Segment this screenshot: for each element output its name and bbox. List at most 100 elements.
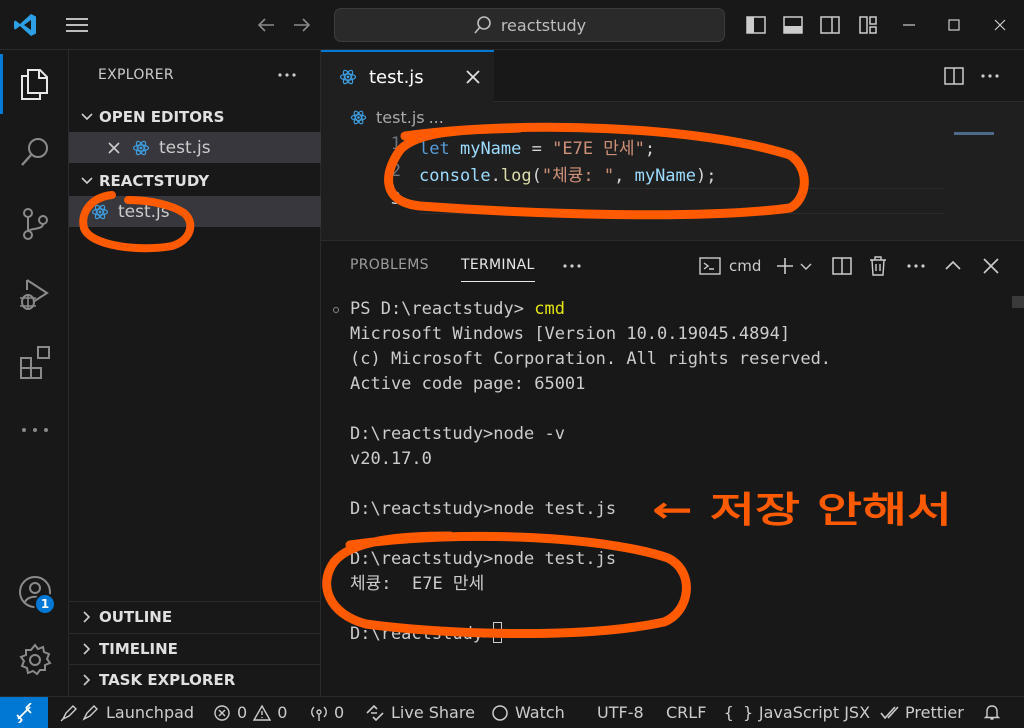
trash-icon[interactable] (866, 254, 890, 278)
close-panel-icon[interactable] (979, 254, 1003, 278)
hamburger-menu-icon[interactable] (64, 14, 90, 36)
encoding-status[interactable]: UTF-8 (597, 703, 644, 722)
toggle-primary-sidebar-icon[interactable] (744, 13, 768, 37)
minimize-icon[interactable] (897, 13, 921, 37)
breadcrumb-rest[interactable]: ... (429, 108, 444, 127)
open-editors-section[interactable]: OPEN EDITORS (69, 102, 321, 132)
breadcrumb[interactable]: test.js ... (321, 102, 1024, 132)
launchpad-status[interactable]: Launchpad (60, 703, 194, 722)
problems-status[interactable]: 0 0 (213, 703, 287, 722)
chevron-down-icon (81, 113, 93, 121)
braces-icon: { } (724, 703, 753, 722)
live-share-status[interactable]: Live Share (365, 703, 475, 722)
search-activity[interactable] (0, 122, 69, 182)
vscode-logo-icon (14, 14, 36, 36)
tab-terminal[interactable]: TERMINAL (461, 257, 535, 282)
file-tree-filename: test.js (118, 201, 170, 222)
terminal-line: Microsoft Windows [Version 10.0.19045.48… (350, 324, 791, 344)
accounts-badge: 1 (34, 593, 56, 615)
code-editor[interactable]: 1 2 3 let myName = "E7E 만세"; console.log… (321, 132, 1024, 240)
chevron-down-icon[interactable] (798, 254, 814, 278)
react-file-icon (91, 204, 109, 219)
line-number: 3 (390, 189, 401, 209)
folder-label: REACTSTUDY (99, 172, 210, 190)
terminal-line: v20.17.0 (350, 449, 432, 469)
outline-section[interactable]: OUTLINE (69, 601, 321, 631)
shell-label[interactable]: cmd (729, 257, 761, 275)
watch-status[interactable]: Watch (491, 703, 565, 722)
remote-icon (16, 703, 32, 723)
chevron-right-icon (83, 642, 91, 655)
notifications-status[interactable] (983, 703, 1001, 721)
more-actions-icon[interactable] (275, 63, 299, 87)
minimap[interactable] (954, 132, 994, 135)
bell-icon (983, 705, 1001, 720)
timeline-section[interactable]: TIMELINE (69, 633, 321, 663)
circle-icon (492, 704, 508, 721)
terminal-line: D:\reactstudy>node test.js (350, 549, 617, 569)
terminal-cursor (493, 622, 503, 643)
close-icon[interactable] (106, 140, 122, 156)
terminal-scrollbar[interactable] (1012, 296, 1024, 308)
status-bar: Launchpad 0 0 0 Live Share Watch UTF-8 C… (0, 696, 1024, 728)
maximize-icon[interactable] (942, 13, 966, 37)
eol-status[interactable]: CRLF (666, 703, 706, 722)
explorer-sidebar: EXPLORER OPEN EDITORS test.js REACTSTUDY… (69, 50, 321, 696)
terminal-output[interactable]: PS D:\reactstudy> cmd Microsoft Windows [… (350, 297, 831, 647)
arrow-right-icon[interactable] (290, 13, 314, 37)
terminal-line: (c) Microsoft Corporation. All rights re… (350, 349, 832, 369)
terminal-line: Active code page: 65001 (350, 374, 586, 394)
tab-problems[interactable]: PROBLEMS (350, 257, 429, 273)
close-tab-icon[interactable] (463, 67, 483, 87)
toggle-panel-icon[interactable] (781, 13, 805, 37)
command-center-search[interactable]: reactstudy (334, 8, 725, 42)
more-actions-icon[interactable] (978, 64, 1002, 88)
more-actions-icon[interactable] (904, 254, 928, 278)
current-line-highlight (419, 188, 945, 214)
toggle-secondary-sidebar-icon[interactable] (818, 13, 842, 37)
extensions-activity[interactable] (0, 332, 69, 392)
react-file-icon (132, 140, 150, 155)
error-icon (214, 704, 230, 721)
timeline-label: TIMELINE (99, 639, 178, 658)
react-file-icon (339, 69, 357, 85)
maximize-panel-icon[interactable] (941, 254, 965, 278)
explorer-activity[interactable] (0, 54, 69, 114)
open-editor-item[interactable]: test.js (69, 132, 321, 163)
line-number: 2 (390, 161, 401, 181)
run-debug-icon (19, 279, 49, 310)
manage-activity[interactable] (0, 630, 69, 690)
terminal-panel: PROBLEMS TERMINAL cmd PS D:\reactstudy> … (321, 240, 1024, 696)
more-panel-tabs-icon[interactable] (560, 254, 584, 278)
split-terminal-icon[interactable] (830, 254, 854, 278)
chevron-right-icon (83, 610, 91, 623)
files-icon (20, 69, 48, 100)
breadcrumb-file[interactable]: test.js (376, 108, 425, 127)
remote-indicator[interactable] (0, 697, 48, 728)
run-debug-activity[interactable] (0, 264, 69, 324)
close-window-icon[interactable] (988, 13, 1012, 37)
ellipsis-icon (21, 428, 48, 432)
customize-layout-icon[interactable] (856, 13, 880, 37)
source-control-activity[interactable] (0, 194, 69, 254)
folder-section[interactable]: REACTSTUDY (69, 166, 321, 196)
split-editor-icon[interactable] (942, 64, 966, 88)
editor-tabs: test.js (321, 50, 1024, 102)
code-line-2: console.log("체큥: ", myName); (419, 166, 717, 186)
more-activity[interactable] (0, 400, 69, 460)
language-status[interactable]: { } JavaScript JSX (724, 703, 870, 722)
task-explorer-section[interactable]: TASK EXPLORER (69, 664, 321, 694)
tab-label: test.js (369, 66, 424, 88)
accounts-activity[interactable] (0, 562, 69, 622)
new-terminal-plus-icon[interactable] (773, 254, 797, 278)
search-icon (474, 16, 491, 34)
arrow-left-icon[interactable] (254, 13, 278, 37)
prettier-status[interactable]: Prettier (879, 703, 964, 722)
ports-status[interactable]: 0 (310, 703, 344, 722)
tab-test-js[interactable]: test.js (321, 50, 494, 102)
file-tree-item[interactable]: test.js (69, 196, 321, 227)
chevron-right-icon (83, 673, 91, 686)
